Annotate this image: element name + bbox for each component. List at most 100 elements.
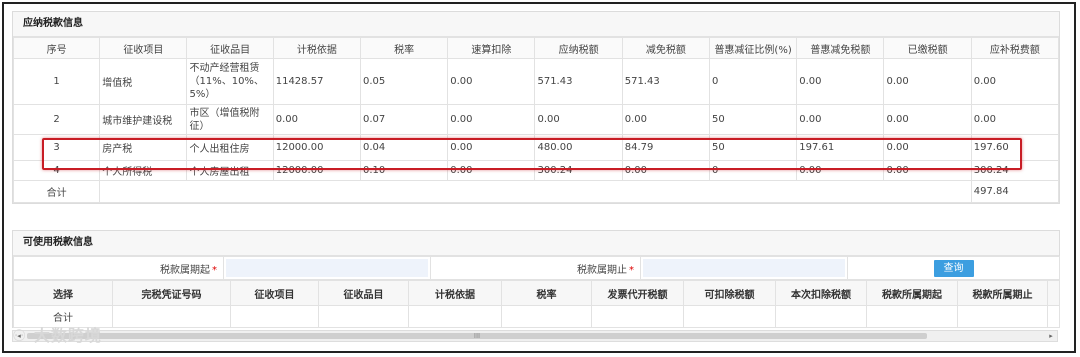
end-period-label-text: 税款属期止 [577,264,627,276]
start-period-input[interactable] [226,259,428,277]
available-tax-panel-title: 可使用税款信息 [13,231,1059,256]
cell-basis: 12000.00 [272,134,361,161]
col-header-item: 征收项目 [99,37,188,59]
col-header-basis: 计税依据 [272,37,361,59]
empty-cell [230,305,319,328]
col-header-invoice-tax: 发票代开税额 [591,280,684,306]
col-header-subitem: 征收品目 [186,37,274,59]
cell-ph-reduction: 0.00 [796,58,885,105]
query-button[interactable]: 查询 [933,259,974,277]
cell-paid: 0.00 [883,104,972,135]
col-header-select: 选择 [13,280,113,306]
total-label: 合计 [12,180,101,203]
empty-cell [775,305,867,328]
empty-cell [501,305,592,328]
cell-ratio: 0 [708,160,798,181]
available-tax-table: 选择 完税凭证号码 征收项目 征收品目 计税依据 税率 发票代开税额 可扣除税额… [13,280,1060,328]
end-period-label: 税款属期止 * [430,256,641,280]
cell-quick: 0.00 [447,104,536,135]
table-row[interactable]: 2 城市维护建设税 市区（增值税附征） 0.00 0.07 0.00 0.00 … [12,104,1060,135]
cell-ratio: 50 [708,104,798,135]
cell-no: 3 [12,134,101,161]
empty-cell [112,305,231,328]
horizontal-scrollbar[interactable]: ◂ III ▸ [12,330,1058,342]
cell-quick: 0.00 [447,160,536,181]
available-header-row: 选择 完税凭证号码 征收项目 征收品目 计税依据 税率 发票代开税额 可扣除税额… [13,280,1060,306]
col-header-due: 应补税费额 [970,37,1060,59]
col-header-paid: 已缴税额 [883,37,972,59]
col-header-subitem: 征收品目 [318,280,409,306]
col-header-current-deduction: 本次扣除税额 [775,280,867,306]
watermark-logo: ⚇ 大数跨境 [12,322,102,346]
cell-no: 1 [12,58,101,105]
scrollbar-thumb[interactable]: III [27,333,927,340]
start-period-label: 税款属期起 * [13,256,224,280]
table-row[interactable]: 3 房产税 个人出租住房 12000.00 0.04 0.00 480.00 8… [12,134,1060,161]
col-header-period-end: 税款所属期止 [957,280,1048,306]
cell-ratio: 0 [708,58,798,105]
cell-paid: 0.00 [883,134,972,161]
cell-payable: 0.00 [534,104,623,135]
total-spacer [99,180,972,203]
col-header-rate: 税率 [359,37,449,59]
col-header-basis: 计税依据 [408,280,502,306]
col-header-quick-deduction: 速算扣除 [447,37,536,59]
cell-subitem: 市区（增值税附征） [186,104,274,135]
cell-payable: 300.24 [534,160,623,181]
filter-table: 税款属期起 * 税款属期止 * 查询 [13,256,1060,280]
col-header-period-start: 税款所属期起 [866,280,958,306]
cell-reduction: 84.79 [621,134,710,161]
start-period-label-text: 税款属期起 [160,264,210,276]
cell-item: 增值税 [99,58,188,105]
tax-due-header-row: 序号 征收项目 征收品目 计税依据 税率 速算扣除 应纳税额 减免税额 普惠减征… [12,37,1060,59]
empty-cell [318,305,409,328]
table-row[interactable]: 4 个人所得税 个人房屋出租 12000.00 0.10 0.00 300.24… [12,160,1060,181]
cell-basis: 12000.00 [272,160,361,181]
start-period-cell [223,256,431,280]
available-total-row: 合计 [13,305,1060,328]
col-header-reduction: 减免税额 [621,37,710,59]
table-row[interactable]: 1 增值税 不动产经营租赁（11%、10%、5%） 11428.57 0.05 … [12,58,1060,105]
cell-quick: 0.00 [447,58,536,105]
cell-rate: 0.05 [359,58,449,105]
empty-cell [1047,305,1060,328]
scroll-right-icon[interactable]: ▸ [1045,331,1057,341]
window-frame: 应纳税款信息 序号 征收项目 征收品目 计税依据 税率 速算扣除 应纳税额 减免… [2,2,1076,353]
empty-cell [591,305,684,328]
cell-paid: 0.00 [883,58,972,105]
filter-row: 税款属期起 * 税款属期止 * 查询 [13,256,1060,280]
cell-subitem: 个人出租住房 [186,134,274,161]
col-header-rate: 税率 [501,280,592,306]
cell-payable: 480.00 [534,134,623,161]
col-header-reduction-ratio: 普惠减征比例(%) [708,37,798,59]
cell-basis: 11428.57 [272,58,361,105]
watermark-text: 大数跨境 [33,326,102,345]
cell-ratio: 50 [708,134,798,161]
watermark-icon: ⚇ [12,326,28,345]
cell-rate: 0.04 [359,134,449,161]
required-mark: * [212,264,217,276]
total-row: 合计 497.84 [12,180,1060,203]
cell-reduction: 571.43 [621,58,710,105]
end-period-input[interactable] [643,259,845,277]
col-header-ph-reduction: 普惠减免税额 [796,37,885,59]
available-tax-panel: 可使用税款信息 税款属期起 * 税款属期止 * 查询 选择 完税凭证号码 征收项… [12,230,1060,328]
cell-ph-reduction: 0.00 [796,160,885,181]
tax-due-panel: 应纳税款信息 序号 征收项目 征收品目 计税依据 税率 速算扣除 应纳税额 减免… [12,11,1060,204]
tax-due-panel-title: 应纳税款信息 [13,12,1059,37]
cell-reduction: 0.00 [621,104,710,135]
empty-cell [957,305,1048,328]
cell-ph-reduction: 197.61 [796,134,885,161]
cell-payable: 571.43 [534,58,623,105]
cell-subitem: 个人房屋出租 [186,160,274,181]
cell-due: 0.00 [970,58,1060,105]
cell-due: 0.00 [970,104,1060,135]
cell-due: 300.24 [970,160,1060,181]
cell-paid: 0.00 [883,160,972,181]
cell-item: 城市维护建设税 [99,104,188,135]
cell-basis: 0.00 [272,104,361,135]
cell-due: 197.60 [970,134,1060,161]
cell-subitem: 不动产经营租赁（11%、10%、5%） [186,58,274,105]
end-period-cell [640,256,848,280]
cell-rate: 0.07 [359,104,449,135]
